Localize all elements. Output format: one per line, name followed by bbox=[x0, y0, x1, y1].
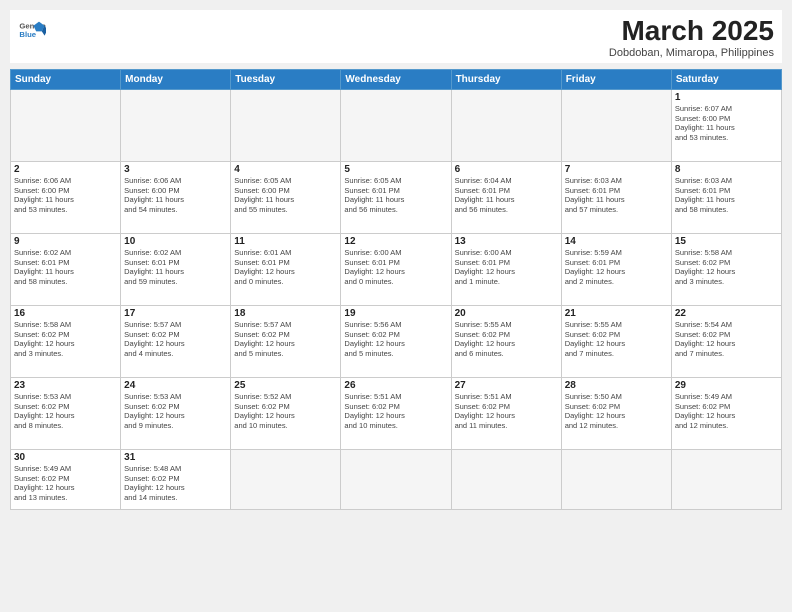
day-3: 3 Sunrise: 6:06 AMSunset: 6:00 PMDayligh… bbox=[121, 161, 231, 233]
header-thursday: Thursday bbox=[451, 69, 561, 89]
day-17: 17 Sunrise: 5:57 AMSunset: 6:02 PMDaylig… bbox=[121, 305, 231, 377]
header-monday: Monday bbox=[121, 69, 231, 89]
day-31: 31 Sunrise: 5:48 AMSunset: 6:02 PMDaylig… bbox=[121, 449, 231, 509]
header-friday: Friday bbox=[561, 69, 671, 89]
day-19: 19 Sunrise: 5:56 AMSunset: 6:02 PMDaylig… bbox=[341, 305, 451, 377]
day-15: 15 Sunrise: 5:58 AMSunset: 6:02 PMDaylig… bbox=[671, 233, 781, 305]
calendar-table: Sunday Monday Tuesday Wednesday Thursday… bbox=[10, 69, 782, 510]
week-row-6: 30 Sunrise: 5:49 AMSunset: 6:02 PMDaylig… bbox=[11, 449, 782, 509]
header-tuesday: Tuesday bbox=[231, 69, 341, 89]
day-14: 14 Sunrise: 5:59 AMSunset: 6:01 PMDaylig… bbox=[561, 233, 671, 305]
empty-cell bbox=[561, 89, 671, 161]
week-row-3: 9 Sunrise: 6:02 AMSunset: 6:01 PMDayligh… bbox=[11, 233, 782, 305]
day-25: 25 Sunrise: 5:52 AMSunset: 6:02 PMDaylig… bbox=[231, 377, 341, 449]
week-row-2: 2 Sunrise: 6:06 AMSunset: 6:00 PMDayligh… bbox=[11, 161, 782, 233]
page: General Blue March 2025 Dobdoban, Mimaro… bbox=[0, 0, 792, 612]
empty-cell bbox=[231, 449, 341, 509]
day-4: 4 Sunrise: 6:05 AMSunset: 6:00 PMDayligh… bbox=[231, 161, 341, 233]
header-wednesday: Wednesday bbox=[341, 69, 451, 89]
day-30: 30 Sunrise: 5:49 AMSunset: 6:02 PMDaylig… bbox=[11, 449, 121, 509]
day-10: 10 Sunrise: 6:02 AMSunset: 6:01 PMDaylig… bbox=[121, 233, 231, 305]
day-8: 8 Sunrise: 6:03 AMSunset: 6:01 PMDayligh… bbox=[671, 161, 781, 233]
day-28: 28 Sunrise: 5:50 AMSunset: 6:02 PMDaylig… bbox=[561, 377, 671, 449]
week-row-5: 23 Sunrise: 5:53 AMSunset: 6:02 PMDaylig… bbox=[11, 377, 782, 449]
location-subtitle: Dobdoban, Mimaropa, Philippines bbox=[609, 47, 774, 59]
header-saturday: Saturday bbox=[671, 69, 781, 89]
empty-cell bbox=[11, 89, 121, 161]
day-1-info: Sunrise: 6:07 AMSunset: 6:00 PMDaylight:… bbox=[675, 104, 778, 143]
day-16: 16 Sunrise: 5:58 AMSunset: 6:02 PMDaylig… bbox=[11, 305, 121, 377]
day-12: 12 Sunrise: 6:00 AMSunset: 6:01 PMDaylig… bbox=[341, 233, 451, 305]
day-13: 13 Sunrise: 6:00 AMSunset: 6:01 PMDaylig… bbox=[451, 233, 561, 305]
day-21: 21 Sunrise: 5:55 AMSunset: 6:02 PMDaylig… bbox=[561, 305, 671, 377]
week-row-1: 1 Sunrise: 6:07 AMSunset: 6:00 PMDayligh… bbox=[11, 89, 782, 161]
day-20: 20 Sunrise: 5:55 AMSunset: 6:02 PMDaylig… bbox=[451, 305, 561, 377]
empty-cell bbox=[561, 449, 671, 509]
svg-text:Blue: Blue bbox=[19, 30, 36, 39]
weekday-header-row: Sunday Monday Tuesday Wednesday Thursday… bbox=[11, 69, 782, 89]
day-9: 9 Sunrise: 6:02 AMSunset: 6:01 PMDayligh… bbox=[11, 233, 121, 305]
empty-cell bbox=[341, 449, 451, 509]
day-6: 6 Sunrise: 6:04 AMSunset: 6:01 PMDayligh… bbox=[451, 161, 561, 233]
day-1: 1 Sunrise: 6:07 AMSunset: 6:00 PMDayligh… bbox=[671, 89, 781, 161]
empty-cell bbox=[451, 449, 561, 509]
day-2: 2 Sunrise: 6:06 AMSunset: 6:00 PMDayligh… bbox=[11, 161, 121, 233]
logo: General Blue bbox=[18, 16, 46, 44]
day-26: 26 Sunrise: 5:51 AMSunset: 6:02 PMDaylig… bbox=[341, 377, 451, 449]
header: General Blue March 2025 Dobdoban, Mimaro… bbox=[10, 10, 782, 63]
empty-cell bbox=[341, 89, 451, 161]
empty-cell bbox=[231, 89, 341, 161]
title-block: March 2025 Dobdoban, Mimaropa, Philippin… bbox=[609, 16, 774, 59]
day-29: 29 Sunrise: 5:49 AMSunset: 6:02 PMDaylig… bbox=[671, 377, 781, 449]
day-27: 27 Sunrise: 5:51 AMSunset: 6:02 PMDaylig… bbox=[451, 377, 561, 449]
week-row-4: 16 Sunrise: 5:58 AMSunset: 6:02 PMDaylig… bbox=[11, 305, 782, 377]
header-sunday: Sunday bbox=[11, 69, 121, 89]
month-title: March 2025 bbox=[609, 16, 774, 47]
empty-cell bbox=[671, 449, 781, 509]
day-24: 24 Sunrise: 5:53 AMSunset: 6:02 PMDaylig… bbox=[121, 377, 231, 449]
day-23: 23 Sunrise: 5:53 AMSunset: 6:02 PMDaylig… bbox=[11, 377, 121, 449]
generalblue-logo-icon: General Blue bbox=[18, 16, 46, 44]
day-22: 22 Sunrise: 5:54 AMSunset: 6:02 PMDaylig… bbox=[671, 305, 781, 377]
empty-cell bbox=[121, 89, 231, 161]
day-7: 7 Sunrise: 6:03 AMSunset: 6:01 PMDayligh… bbox=[561, 161, 671, 233]
empty-cell bbox=[451, 89, 561, 161]
day-18: 18 Sunrise: 5:57 AMSunset: 6:02 PMDaylig… bbox=[231, 305, 341, 377]
day-5: 5 Sunrise: 6:05 AMSunset: 6:01 PMDayligh… bbox=[341, 161, 451, 233]
day-11: 11 Sunrise: 6:01 AMSunset: 6:01 PMDaylig… bbox=[231, 233, 341, 305]
